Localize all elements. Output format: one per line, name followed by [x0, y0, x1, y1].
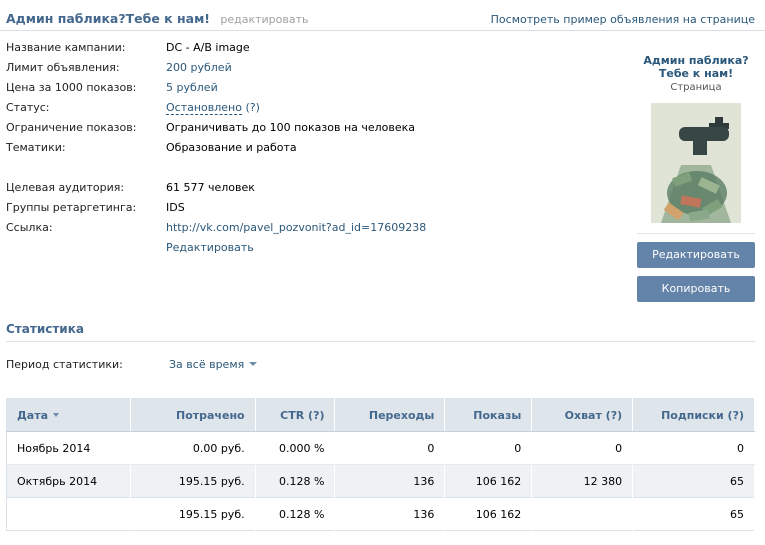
ad-preview-title[interactable]: Админ паблика? Тебе к нам!	[637, 54, 755, 80]
cell-impressions: 106 162	[444, 464, 533, 498]
period-dropdown[interactable]: За всё время	[169, 358, 258, 371]
col-header-spent[interactable]: Потрачено	[130, 398, 256, 432]
cell-impressions: 106 162	[444, 497, 533, 531]
ad-url-link[interactable]: http://vk.com/pavel_pozvonit?ad_id=17609…	[166, 220, 426, 236]
ad-image[interactable]	[651, 103, 741, 223]
status-value: Остановлено (?)	[166, 100, 260, 116]
ad-title-block: Админ паблика?Тебе к нам! редактировать	[6, 11, 309, 26]
col-header-subscriptions[interactable]: Подписки (?)	[632, 398, 755, 432]
prop-value-topics: Образование и работа	[166, 141, 297, 154]
cell-date: Ноябрь 2014	[6, 431, 131, 465]
prop-value-retargeting: IDS	[166, 201, 185, 214]
cell-impressions: 0	[444, 431, 533, 465]
cell-spent: 195.15 руб.	[130, 464, 256, 498]
cell-spent: 195.15 руб.	[130, 497, 256, 531]
col-header-ctr[interactable]: CTR (?)	[255, 398, 336, 432]
copy-ad-button[interactable]: Копировать	[637, 276, 755, 302]
cell-date	[6, 497, 131, 531]
status-help-link[interactable]: (?)	[245, 101, 259, 114]
cell-spent: 0.00 руб.	[130, 431, 256, 465]
ad-limit-link[interactable]: 200 рублей	[166, 60, 232, 76]
prop-label: Тематики:	[6, 141, 66, 154]
ad-preview-type: Страница	[670, 82, 722, 93]
table-header-row: Дата Потрачено CTR (?) Переходы Показы О…	[6, 398, 755, 432]
sort-down-icon	[53, 412, 60, 417]
col-header-impressions[interactable]: Показы	[444, 398, 533, 432]
table-row: Ноябрь 2014 0.00 руб. 0.000 % 0 0 0 0	[6, 431, 755, 465]
edit-ad-button[interactable]: Редактировать	[637, 242, 755, 268]
cell-date: Октябрь 2014	[6, 464, 131, 498]
prop-value-audience: 61 577 человек	[166, 181, 255, 194]
cell-ctr: 0.128 %	[255, 497, 336, 531]
ad-header: Админ паблика?Тебе к нам! редактировать …	[0, 0, 765, 31]
faucet-money-illustration	[651, 103, 741, 223]
prop-label: Лимит объявления:	[6, 61, 120, 74]
edit-properties-link[interactable]: Редактировать	[166, 240, 254, 256]
ad-preview: Админ паблика? Тебе к нам! Страница	[637, 54, 755, 223]
cell-subscriptions: 65	[632, 464, 755, 498]
prop-label: Ссылка:	[6, 221, 53, 234]
prop-label: Статус:	[6, 101, 50, 114]
cell-clicks: 0	[334, 431, 446, 465]
cell-clicks: 136	[334, 497, 446, 531]
col-header-reach[interactable]: Охват (?)	[531, 398, 634, 432]
price-link[interactable]: 5 рублей	[166, 80, 218, 96]
cell-reach	[531, 497, 634, 531]
status-toggle-link[interactable]: Остановлено	[166, 101, 242, 115]
prop-value-impression-limit: Ограничивать до 100 показов на человека	[166, 121, 416, 134]
table-total-row: 195.15 руб. 0.128 % 136 106 162 65	[6, 497, 755, 531]
col-header-date[interactable]: Дата	[6, 398, 131, 432]
table-row: Октябрь 2014 195.15 руб. 0.128 % 136 106…	[6, 464, 755, 498]
prop-label: Целевая аудитория:	[6, 181, 125, 194]
prop-label: Ограничение показов:	[6, 121, 137, 134]
prop-label: Название кампании:	[6, 41, 126, 54]
period-label: Период статистики:	[6, 358, 123, 371]
cell-reach: 0	[531, 431, 634, 465]
prop-label: Цена за 1000 показов:	[6, 81, 137, 94]
cell-ctr: 0.000 %	[255, 431, 336, 465]
period-value: За всё время	[169, 358, 245, 371]
preview-divider	[637, 233, 755, 234]
stats-table: Дата Потрачено CTR (?) Переходы Показы О…	[6, 398, 755, 531]
chevron-down-icon	[249, 362, 258, 366]
cell-ctr: 0.128 %	[255, 464, 336, 498]
prop-label: Группы ретаргетинга:	[6, 201, 137, 214]
cell-clicks: 136	[334, 464, 446, 498]
ad-title: Админ паблика?Тебе к нам!	[6, 11, 211, 26]
stats-divider	[6, 341, 755, 342]
edit-title-link[interactable]: редактировать	[220, 13, 308, 26]
cell-reach: 12 380	[531, 464, 634, 498]
cell-subscriptions: 0	[632, 431, 755, 465]
cell-subscriptions: 65	[632, 497, 755, 531]
preview-on-page-link[interactable]: Посмотреть пример объявления на странице	[491, 13, 755, 26]
col-header-clicks[interactable]: Переходы	[334, 398, 446, 432]
stats-title: Статистика	[6, 322, 84, 336]
prop-value-campaign-name: DC - A/B image	[166, 41, 250, 54]
